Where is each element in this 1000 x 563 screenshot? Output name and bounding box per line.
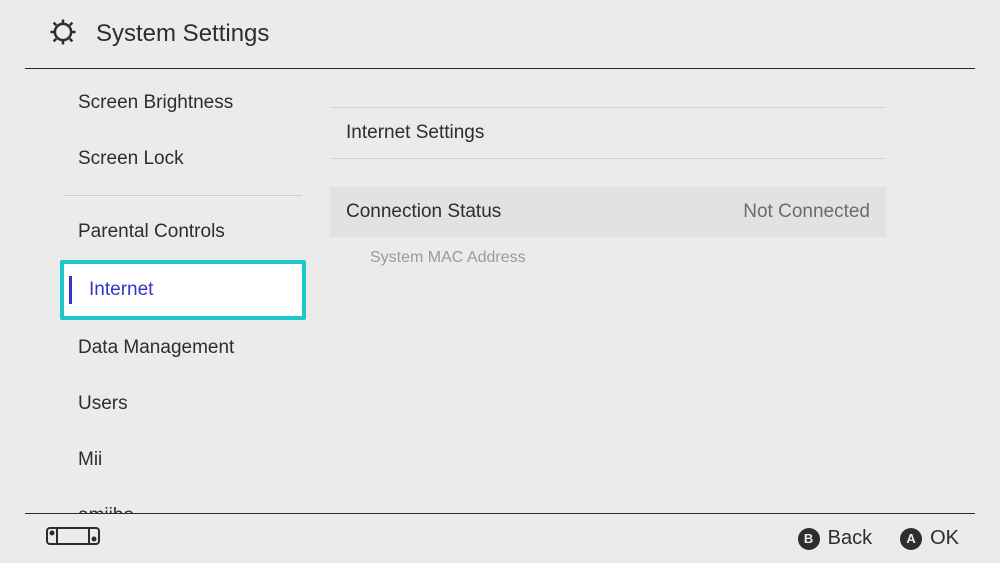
row-value: Not Connected [743,201,870,223]
gear-icon [48,17,96,52]
sidebar-item-label: Mii [78,449,102,471]
sidebar-item-mii[interactable]: Mii [30,432,330,488]
ok-label: OK [930,527,959,550]
sidebar-item-label: Users [78,393,128,415]
sidebar-item-label: Screen Lock [78,148,184,170]
row-connection-status[interactable]: Connection Status Not Connected [330,187,886,237]
sidebar-item-label: Parental Controls [78,221,225,243]
sidebar-item-users[interactable]: Users [30,376,330,432]
sidebar-divider [64,195,302,196]
row-internet-settings[interactable]: Internet Settings [330,108,886,158]
row-mac-address: System MAC Address [330,249,952,267]
back-button[interactable]: B Back [798,527,872,550]
footer: B Back A OK [25,513,975,563]
back-label: Back [828,527,872,550]
main-panel: Internet Settings Connection Status Not … [330,69,1000,514]
sidebar-item-label: Internet [89,279,153,301]
controller-icon [45,524,101,553]
ok-button[interactable]: A OK [900,527,959,550]
sidebar-item-internet[interactable]: Internet [60,260,306,320]
a-button-icon: A [900,528,922,550]
sidebar-item-screen-lock[interactable]: Screen Lock [30,131,330,187]
sidebar-item-label: Screen Brightness [78,92,233,114]
page-title: System Settings [96,20,269,48]
row-label: Internet Settings [346,122,484,144]
sidebar-item-amiibo[interactable]: amiibo [30,488,330,514]
sidebar-item-screen-brightness[interactable]: Screen Brightness [30,75,330,131]
sidebar-item-data-management[interactable]: Data Management [30,320,330,376]
b-button-icon: B [798,528,820,550]
row-label: Connection Status [346,201,501,223]
sidebar-item-parental-controls[interactable]: Parental Controls [30,204,330,260]
sidebar-item-label: Data Management [78,337,234,359]
sidebar: Screen Brightness Screen Lock Parental C… [0,69,330,514]
